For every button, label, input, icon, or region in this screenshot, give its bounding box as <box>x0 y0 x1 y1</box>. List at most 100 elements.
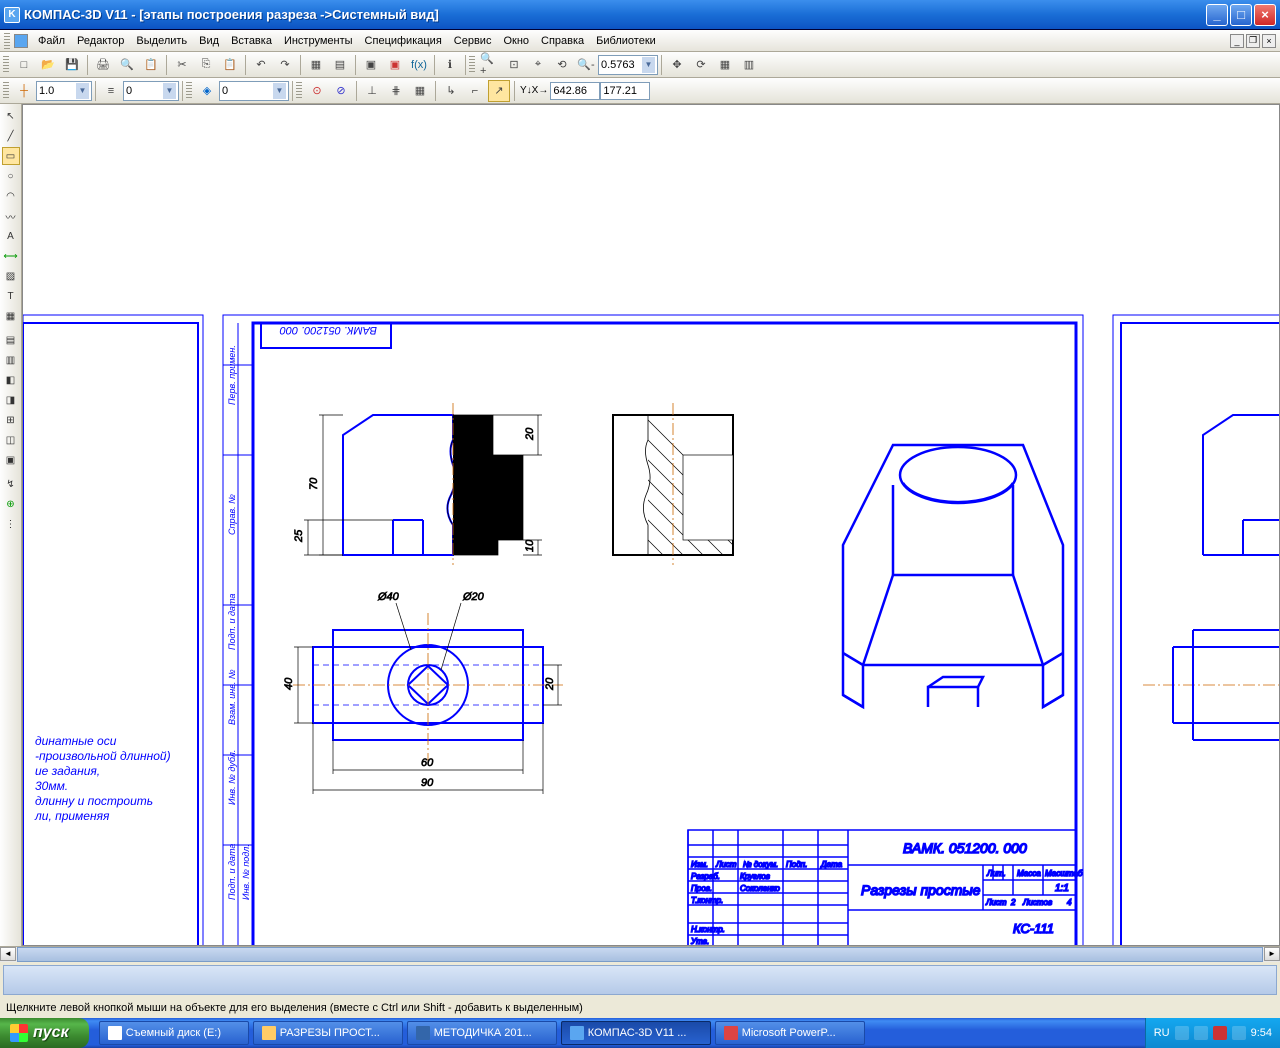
tb2-c[interactable]: ▦ <box>409 80 431 102</box>
tray-icon-av[interactable] <box>1213 1026 1227 1040</box>
scroll-thumb[interactable] <box>17 947 1263 962</box>
lt-redo[interactable]: ↯ <box>2 475 20 493</box>
lt-e3[interactable]: ◧ <box>2 371 20 389</box>
menu-window[interactable]: Окно <box>497 33 535 49</box>
plot-button[interactable]: 📋 <box>140 54 162 76</box>
zoom-window-button[interactable]: ⌖ <box>527 54 549 76</box>
redraw-button[interactable]: ⟳ <box>690 54 712 76</box>
task-kompas[interactable]: КОМПАС-3D V11 ... <box>561 1021 711 1045</box>
task-folder[interactable]: РАЗРЕЗЫ ПРОСТ... <box>253 1021 403 1045</box>
open-button[interactable]: 📂 <box>37 54 59 76</box>
lt-more[interactable]: ⋮ <box>2 515 20 533</box>
pan-button[interactable]: ✥ <box>666 54 688 76</box>
tb-btn-e[interactable]: ▦ <box>714 54 736 76</box>
tray-icon[interactable] <box>1232 1026 1246 1040</box>
tb2-d[interactable]: ↳ <box>440 80 462 102</box>
fx-button[interactable]: f(x) <box>408 54 430 76</box>
tb2-a[interactable]: ⊥ <box>361 80 383 102</box>
maximize-button[interactable]: □ <box>1230 4 1252 26</box>
lt-e7[interactable]: ▣ <box>2 451 20 469</box>
coord-x[interactable]: 642.86 <box>550 82 600 100</box>
tb2-b[interactable]: ⋕ <box>385 80 407 102</box>
lt-e1[interactable]: ▤ <box>2 331 20 349</box>
tb-btn-a[interactable]: ▦ <box>305 54 327 76</box>
tb-btn-b[interactable]: ▤ <box>329 54 351 76</box>
lt-anchor[interactable]: ⊕ <box>2 495 20 513</box>
coord-y[interactable]: 177.21 <box>600 82 650 100</box>
paste-button[interactable]: 📋 <box>219 54 241 76</box>
lt-rect[interactable]: ▭ <box>2 147 20 165</box>
menu-help[interactable]: Справка <box>535 33 590 49</box>
width-combo[interactable]: 1.0▼ <box>36 81 92 101</box>
lt-e5[interactable]: ⊞ <box>2 411 20 429</box>
lang-indicator[interactable]: RU <box>1154 1027 1170 1039</box>
tb2-f[interactable]: ↗ <box>488 80 510 102</box>
help-button[interactable]: ℹ <box>439 54 461 76</box>
save-button[interactable]: 💾 <box>61 54 83 76</box>
task-powerpoint[interactable]: Microsoft PowerP... <box>715 1021 865 1045</box>
tb-btn-c[interactable]: ▣ <box>360 54 382 76</box>
scrollbar-horizontal[interactable]: ◄ ► <box>0 946 1280 962</box>
lt-spline[interactable]: 〰 <box>2 207 20 225</box>
lt-arc[interactable]: ◠ <box>2 187 20 205</box>
lt-hatch[interactable]: ▨ <box>2 267 20 285</box>
menu-editor[interactable]: Редактор <box>71 33 130 49</box>
menu-tools[interactable]: Инструменты <box>278 33 359 49</box>
mdi-restore-icon[interactable]: ❐ <box>1246 34 1260 48</box>
menu-spec[interactable]: Спецификация <box>359 33 448 49</box>
zoom-fit-button[interactable]: ⊡ <box>503 54 525 76</box>
drawing-canvas[interactable]: динатные оси -произвольной длинной) ие з… <box>22 104 1280 946</box>
undo-button[interactable]: ↶ <box>250 54 272 76</box>
copy-button[interactable]: ⎘ <box>195 54 217 76</box>
lt-circle[interactable]: ○ <box>2 167 20 185</box>
lt-table[interactable]: ▦ <box>2 307 20 325</box>
lt-text[interactable]: A <box>2 227 20 245</box>
lt-dim[interactable]: ⟷ <box>2 247 20 265</box>
mdi-min-icon[interactable]: _ <box>1230 34 1244 48</box>
task-word[interactable]: МЕТОДИЧКА 201... <box>407 1021 557 1045</box>
lt-line[interactable]: ╱ <box>2 127 20 145</box>
linetype-combo[interactable]: 0▼ <box>123 81 179 101</box>
menu-view[interactable]: Вид <box>193 33 225 49</box>
new-button[interactable]: □ <box>13 54 35 76</box>
cut-button[interactable]: ✂ <box>171 54 193 76</box>
linetype-button[interactable]: ≡ <box>100 80 122 102</box>
tb-btn-d[interactable]: ▣ <box>384 54 406 76</box>
zoom-prev-button[interactable]: ⟲ <box>551 54 573 76</box>
redo-button[interactable]: ↷ <box>274 54 296 76</box>
style-button[interactable]: ┼ <box>13 80 35 102</box>
clock[interactable]: 9:54 <box>1251 1027 1272 1039</box>
tb-btn-f[interactable]: ▥ <box>738 54 760 76</box>
scroll-left-button[interactable]: ◄ <box>0 947 16 961</box>
start-button[interactable]: пуск <box>0 1018 89 1048</box>
layer-button[interactable]: ◈ <box>196 80 218 102</box>
zoom-in-button[interactable]: 🔍+ <box>479 54 501 76</box>
close-button[interactable]: × <box>1254 4 1276 26</box>
lt-e2[interactable]: ▥ <box>2 351 20 369</box>
snap-off-button[interactable]: ⊘ <box>330 80 352 102</box>
lt-e4[interactable]: ◨ <box>2 391 20 409</box>
lt-text2[interactable]: T <box>2 287 20 305</box>
task-disk[interactable]: Съемный диск (E:) <box>99 1021 249 1045</box>
menu-libraries[interactable]: Библиотеки <box>590 33 662 49</box>
print-button[interactable]: 🖨 <box>92 54 114 76</box>
lt-e6[interactable]: ◫ <box>2 431 20 449</box>
zoom-out-button[interactable]: 🔍- <box>575 54 597 76</box>
lt-cursor[interactable]: ↖ <box>2 107 20 125</box>
tray-icon[interactable] <box>1194 1026 1208 1040</box>
layer-combo[interactable]: 0▼ <box>219 81 289 101</box>
tb2-e[interactable]: ⌐ <box>464 80 486 102</box>
properties-panel[interactable] <box>3 965 1277 995</box>
minimize-button[interactable]: _ <box>1206 4 1228 26</box>
zoom-combo[interactable]: 0.5763▼ <box>598 55 658 75</box>
snap-on-button[interactable]: ⊙ <box>306 80 328 102</box>
menu-select[interactable]: Выделить <box>130 33 193 49</box>
tray-icon[interactable] <box>1175 1026 1189 1040</box>
menu-file[interactable]: Файл <box>32 33 71 49</box>
menu-insert[interactable]: Вставка <box>225 33 278 49</box>
scroll-right-button[interactable]: ► <box>1264 947 1280 961</box>
menu-service[interactable]: Сервис <box>448 33 498 49</box>
preview-button[interactable]: 🔍 <box>116 54 138 76</box>
mdi-close-icon[interactable]: × <box>1262 34 1276 48</box>
word-icon <box>416 1026 430 1040</box>
